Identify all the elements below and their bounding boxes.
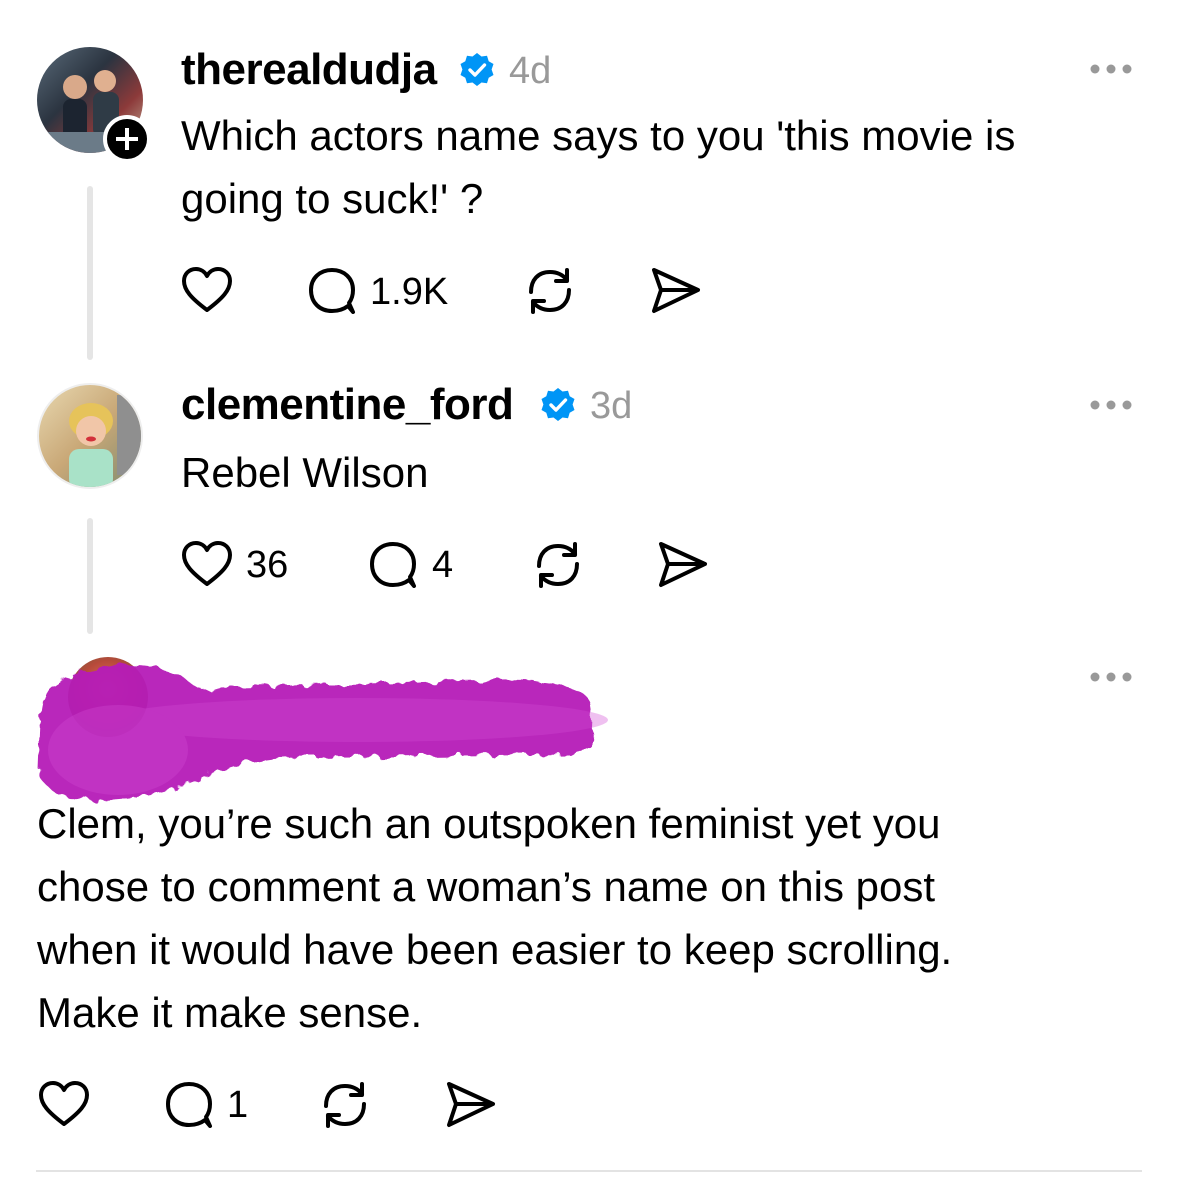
- comment-icon[interactable]: [368, 540, 420, 590]
- heart-icon[interactable]: [181, 266, 233, 314]
- thread-line: [87, 518, 93, 634]
- share-icon[interactable]: [445, 1080, 497, 1130]
- more-options-icon[interactable]: [1089, 398, 1133, 412]
- post-text: Which actors name says to you 'this movi…: [181, 104, 1015, 230]
- post-text-line: Make it make sense.: [37, 989, 423, 1036]
- redaction-scribble: [38, 665, 608, 800]
- verified-badge-icon: [541, 388, 575, 421]
- comment-icon[interactable]: [164, 1080, 216, 1130]
- post-text: Clem, you’re such an outspoken feminist …: [37, 792, 952, 1044]
- reply-count: 4: [432, 544, 454, 586]
- avatar-photo-icon: [69, 395, 141, 487]
- post-time: 4d: [509, 50, 552, 92]
- heart-icon[interactable]: [38, 1080, 90, 1128]
- more-options-icon[interactable]: [1089, 670, 1133, 684]
- post-text-line: going to suck!' ?: [181, 175, 484, 222]
- share-icon[interactable]: [657, 540, 709, 590]
- follow-plus-button[interactable]: [103, 115, 151, 163]
- plus-icon: [116, 128, 138, 150]
- post-text-line: Clem, you’re such an outspoken feminist …: [37, 800, 941, 847]
- share-icon[interactable]: [650, 266, 702, 316]
- post-text-line: Which actors name says to you 'this movi…: [181, 112, 1016, 159]
- verified-badge-icon: [460, 53, 494, 86]
- post-time: 3d: [590, 385, 633, 427]
- like-count: 36: [246, 544, 289, 586]
- post-text-line: when it would have been easier to keep s…: [37, 926, 953, 973]
- reply-count: 1.9K: [370, 271, 449, 313]
- thread-line: [87, 186, 93, 360]
- post-text: Rebel Wilson: [181, 449, 429, 496]
- more-options-icon[interactable]: [1089, 62, 1133, 76]
- post-text-line: chose to comment a woman’s name on this …: [37, 863, 936, 910]
- repost-icon[interactable]: [523, 266, 577, 316]
- username[interactable]: therealdudja: [181, 48, 437, 92]
- avatar-clementine-ford[interactable]: [37, 383, 143, 489]
- heart-icon[interactable]: [181, 540, 233, 588]
- username[interactable]: clementine_ford: [181, 383, 514, 427]
- comment-icon[interactable]: [307, 266, 359, 316]
- repost-icon[interactable]: [531, 540, 585, 590]
- post-divider: [36, 1170, 1142, 1172]
- reply-count: 1: [227, 1084, 249, 1126]
- repost-icon[interactable]: [318, 1080, 372, 1130]
